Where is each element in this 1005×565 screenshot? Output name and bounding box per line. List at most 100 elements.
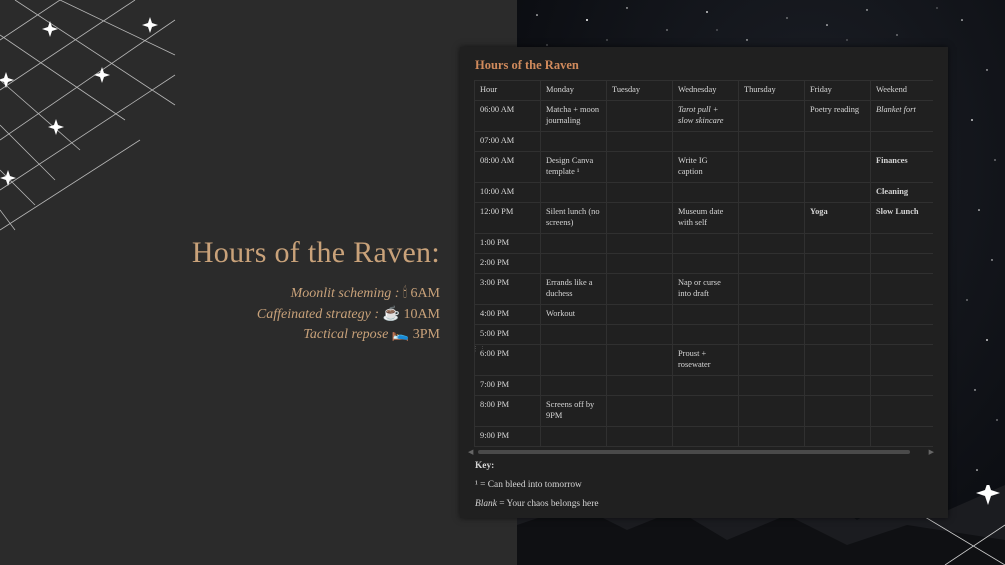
cell-weekend[interactable] bbox=[870, 304, 933, 325]
cell-wednesday[interactable]: Museum date with self bbox=[672, 202, 739, 234]
cell-thursday[interactable] bbox=[738, 273, 805, 305]
column-header-wednesday[interactable]: Wednesday bbox=[672, 80, 739, 101]
cell-monday[interactable] bbox=[540, 324, 607, 345]
cell-hour[interactable]: 9:00 PM bbox=[474, 426, 541, 447]
cell-thursday[interactable] bbox=[738, 131, 805, 152]
cell-friday[interactable] bbox=[804, 344, 871, 376]
cell-friday[interactable] bbox=[804, 253, 871, 274]
cell-wednesday[interactable]: Tarot pull + slow skincare bbox=[672, 100, 739, 132]
cell-monday[interactable] bbox=[540, 182, 607, 203]
cell-tuesday[interactable] bbox=[606, 344, 673, 376]
cell-tuesday[interactable] bbox=[606, 100, 673, 132]
column-header-thursday[interactable]: Thursday bbox=[738, 80, 805, 101]
cell-tuesday[interactable] bbox=[606, 304, 673, 325]
cell-wednesday[interactable]: Write IG caption bbox=[672, 151, 739, 183]
cell-hour[interactable]: 1:00 PM bbox=[474, 233, 541, 254]
cell-weekend[interactable]: Finances bbox=[870, 151, 933, 183]
cell-thursday[interactable] bbox=[738, 304, 805, 325]
cell-wednesday[interactable] bbox=[672, 253, 739, 274]
cell-wednesday[interactable] bbox=[672, 304, 739, 325]
cell-monday[interactable]: Design Canva template ¹ bbox=[540, 151, 607, 183]
cell-monday[interactable] bbox=[540, 253, 607, 274]
cell-tuesday[interactable] bbox=[606, 151, 673, 183]
cell-tuesday[interactable] bbox=[606, 233, 673, 254]
cell-wednesday[interactable] bbox=[672, 131, 739, 152]
cell-weekend[interactable]: Slow Lunch bbox=[870, 202, 933, 234]
cell-tuesday[interactable] bbox=[606, 131, 673, 152]
cell-monday[interactable]: Silent lunch (no screens) bbox=[540, 202, 607, 234]
cell-thursday[interactable] bbox=[738, 426, 805, 447]
cell-wednesday[interactable] bbox=[672, 375, 739, 396]
cell-friday[interactable] bbox=[804, 233, 871, 254]
cell-tuesday[interactable] bbox=[606, 395, 673, 427]
cell-wednesday[interactable] bbox=[672, 182, 739, 203]
row-drag-handle-icon[interactable]: ⋮⋮ bbox=[472, 346, 486, 357]
cell-monday[interactable] bbox=[540, 131, 607, 152]
cell-hour[interactable]: 06:00 AM bbox=[474, 100, 541, 132]
cell-hour[interactable]: 5:00 PM bbox=[474, 324, 541, 345]
cell-monday[interactable]: Workout bbox=[540, 304, 607, 325]
cell-friday[interactable] bbox=[804, 273, 871, 305]
cell-monday[interactable]: Screens off by 9PM bbox=[540, 395, 607, 427]
cell-friday[interactable] bbox=[804, 304, 871, 325]
cell-hour[interactable]: 4:00 PM bbox=[474, 304, 541, 325]
cell-thursday[interactable] bbox=[738, 182, 805, 203]
cell-wednesday[interactable] bbox=[672, 233, 739, 254]
cell-weekend[interactable] bbox=[870, 375, 933, 396]
cell-monday[interactable]: Matcha + moon journaling bbox=[540, 100, 607, 132]
horizontal-scrollbar[interactable]: ◀ ▶ bbox=[468, 448, 934, 456]
cell-tuesday[interactable] bbox=[606, 202, 673, 234]
cell-tuesday[interactable] bbox=[606, 375, 673, 396]
cell-friday[interactable]: Poetry reading bbox=[804, 100, 871, 132]
cell-tuesday[interactable] bbox=[606, 426, 673, 447]
cell-wednesday[interactable] bbox=[672, 395, 739, 427]
column-header-friday[interactable]: Friday bbox=[804, 80, 871, 101]
cell-friday[interactable]: Yoga bbox=[804, 202, 871, 234]
cell-weekend[interactable] bbox=[870, 233, 933, 254]
cell-monday[interactable] bbox=[540, 344, 607, 376]
cell-thursday[interactable] bbox=[738, 233, 805, 254]
cell-weekend[interactable] bbox=[870, 426, 933, 447]
cell-wednesday[interactable]: Nap or curse into draft bbox=[672, 273, 739, 305]
cell-thursday[interactable] bbox=[738, 395, 805, 427]
column-header-hour[interactable]: Hour bbox=[474, 80, 541, 101]
cell-friday[interactable] bbox=[804, 151, 871, 183]
cell-thursday[interactable] bbox=[738, 151, 805, 183]
cell-weekend[interactable]: Cleaning bbox=[870, 182, 933, 203]
cell-monday[interactable] bbox=[540, 426, 607, 447]
cell-weekend[interactable] bbox=[870, 131, 933, 152]
cell-thursday[interactable] bbox=[738, 344, 805, 376]
scroll-right-arrow-icon[interactable]: ▶ bbox=[929, 448, 934, 456]
cell-friday[interactable] bbox=[804, 426, 871, 447]
cell-friday[interactable] bbox=[804, 395, 871, 427]
cell-thursday[interactable] bbox=[738, 202, 805, 234]
cell-hour[interactable]: 2:00 PM bbox=[474, 253, 541, 274]
cell-hour[interactable]: 10:00 AM bbox=[474, 182, 541, 203]
cell-hour[interactable]: 07:00 AM bbox=[474, 131, 541, 152]
cell-monday[interactable] bbox=[540, 233, 607, 254]
schedule-table-container[interactable]: Hour Monday Tuesday Wednesday Thursday F… bbox=[474, 80, 933, 447]
cell-weekend[interactable]: Blanket fort bbox=[870, 100, 933, 132]
cell-friday[interactable] bbox=[804, 375, 871, 396]
cell-tuesday[interactable] bbox=[606, 273, 673, 305]
cell-wednesday[interactable]: Proust + rosewater bbox=[672, 344, 739, 376]
cell-hour[interactable]: 12:00 PM bbox=[474, 202, 541, 234]
cell-friday[interactable] bbox=[804, 131, 871, 152]
cell-tuesday[interactable] bbox=[606, 182, 673, 203]
cell-hour[interactable]: 08:00 AM bbox=[474, 151, 541, 183]
cell-weekend[interactable] bbox=[870, 395, 933, 427]
column-header-monday[interactable]: Monday bbox=[540, 80, 607, 101]
cell-tuesday[interactable] bbox=[606, 324, 673, 345]
cell-wednesday[interactable] bbox=[672, 426, 739, 447]
cell-thursday[interactable] bbox=[738, 324, 805, 345]
cell-monday[interactable]: Errands like a duchess bbox=[540, 273, 607, 305]
cell-friday[interactable] bbox=[804, 324, 871, 345]
cell-hour[interactable]: 3:00 PM bbox=[474, 273, 541, 305]
cell-hour[interactable]: 8:00 PM bbox=[474, 395, 541, 427]
cell-wednesday[interactable] bbox=[672, 324, 739, 345]
cell-thursday[interactable] bbox=[738, 100, 805, 132]
cell-friday[interactable] bbox=[804, 182, 871, 203]
column-header-weekend[interactable]: Weekend bbox=[870, 80, 933, 101]
cell-hour[interactable]: 7:00 PM bbox=[474, 375, 541, 396]
cell-weekend[interactable] bbox=[870, 273, 933, 305]
